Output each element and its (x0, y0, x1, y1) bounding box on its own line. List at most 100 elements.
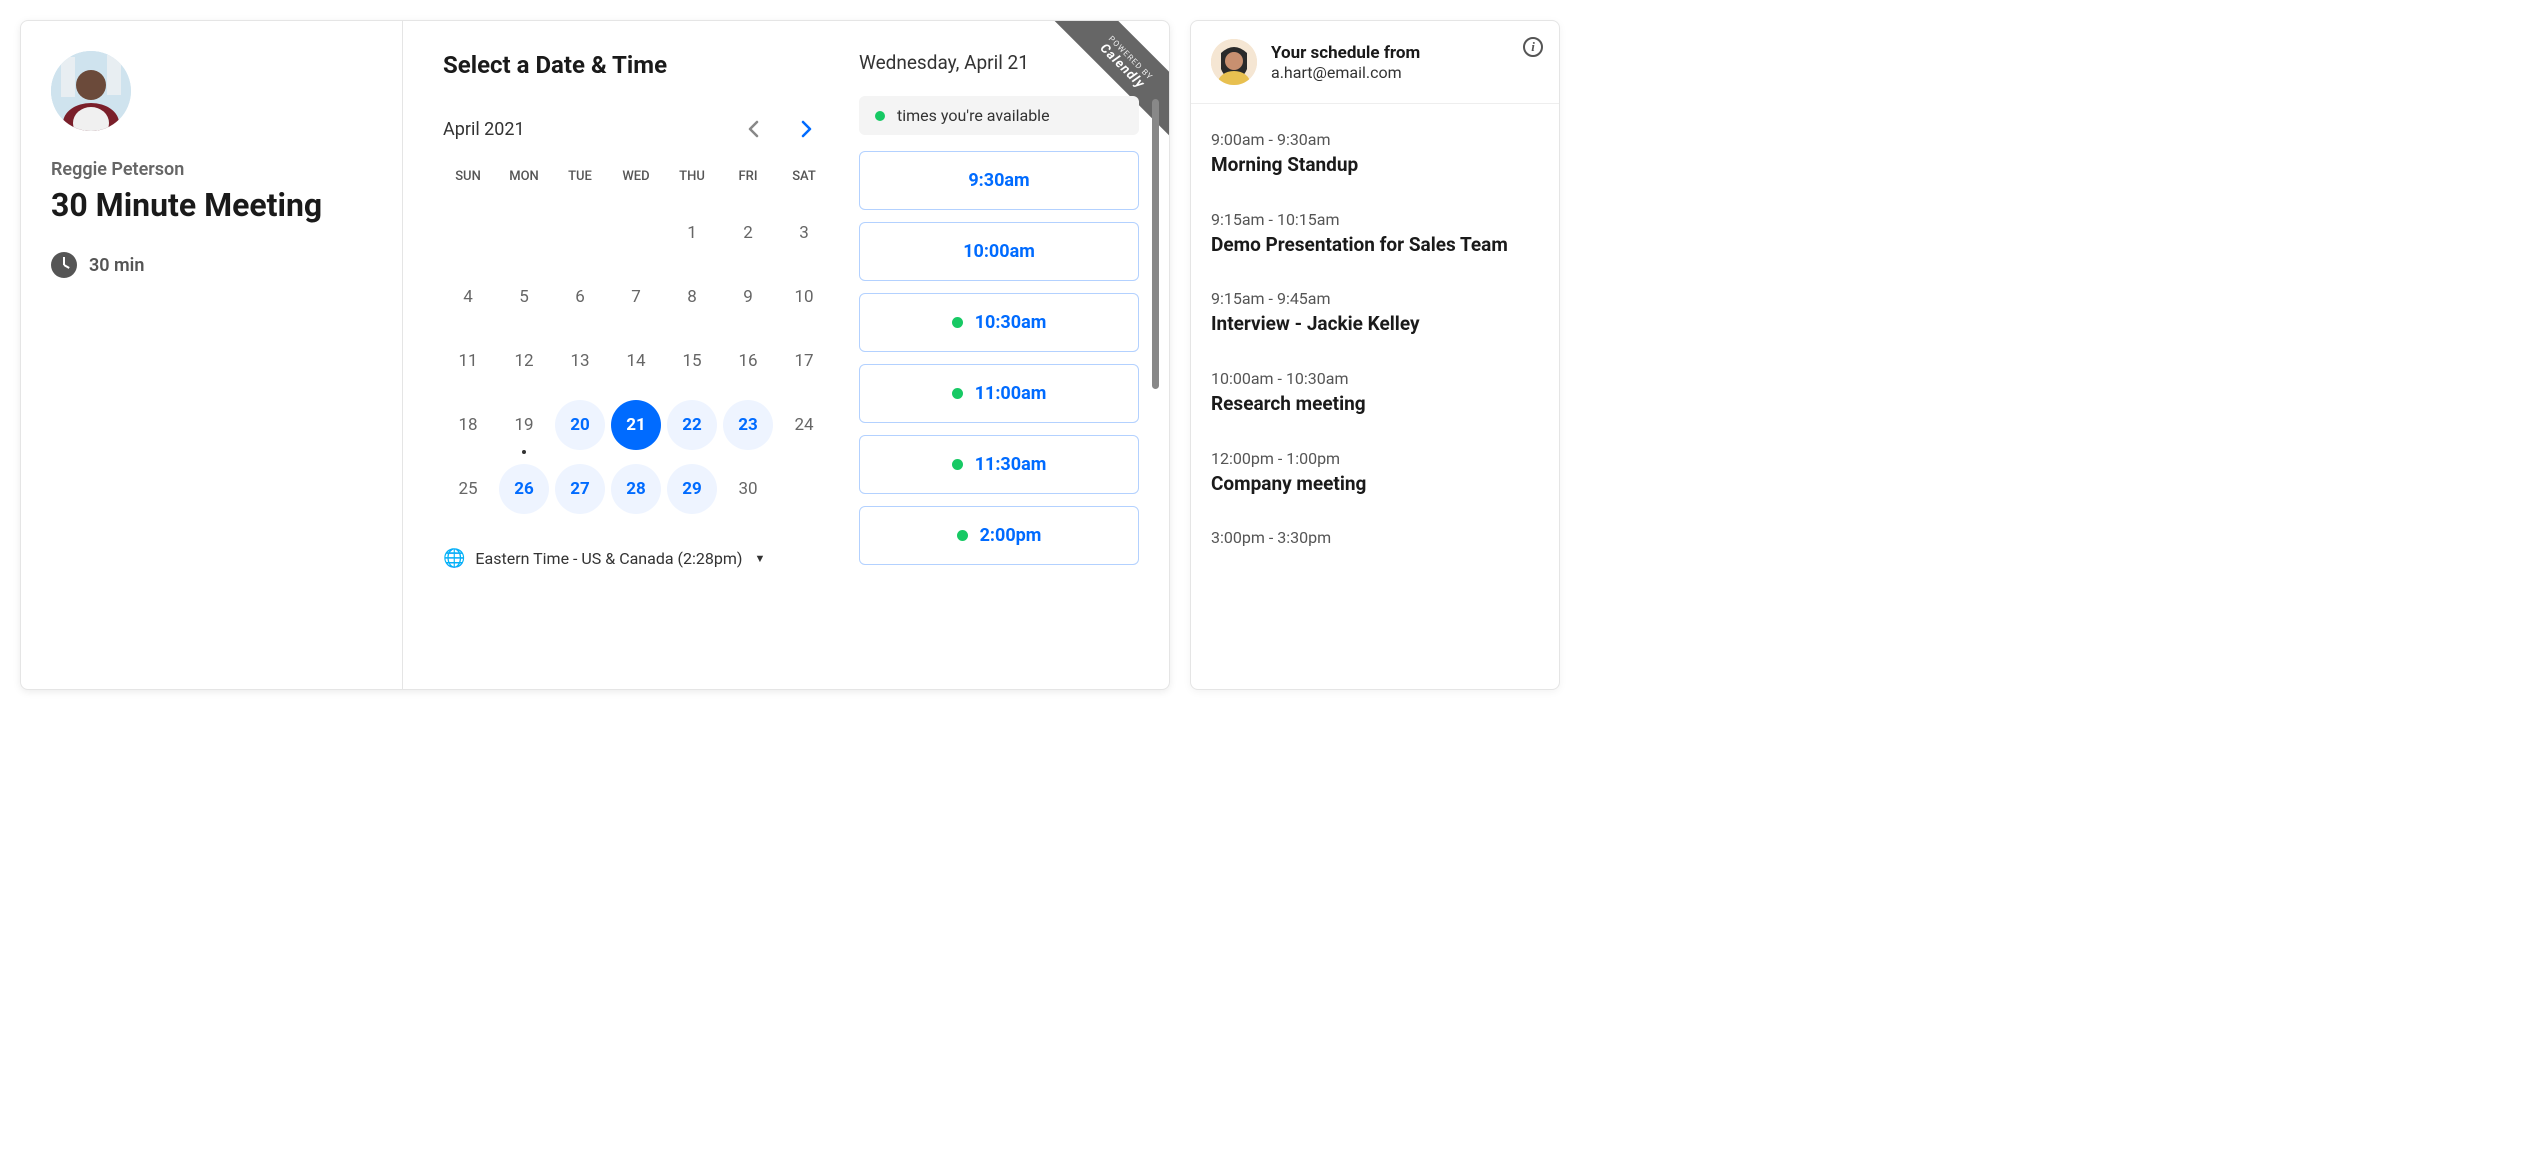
calendar-day: 10 (779, 272, 829, 322)
time-slot[interactable]: 11:00am (859, 364, 1139, 423)
time-slot[interactable]: 10:00am (859, 222, 1139, 281)
calendar-day[interactable]: 20 (555, 400, 605, 450)
availability-hint: times you're available (859, 96, 1139, 135)
duration-label: 30 min (89, 255, 144, 276)
day-of-week-header: SUN (443, 161, 493, 198)
calendar-day[interactable]: 29 (667, 464, 717, 514)
month-label: April 2021 (443, 119, 525, 140)
day-of-week-header: FRI (723, 161, 773, 198)
schedule-event: 12:00pm - 1:00pm Company meeting (1211, 433, 1539, 513)
calendar-day: 12 (499, 336, 549, 386)
event-title: Interview - Jackie Kelley (1211, 312, 1539, 337)
times-column: Wednesday, April 21 times you're availab… (859, 51, 1139, 659)
calendar-day: 15 (667, 336, 717, 386)
time-slot-label: 10:30am (975, 312, 1047, 333)
calendar-day[interactable]: 26 (499, 464, 549, 514)
schedule-event: 9:00am - 9:30am Morning Standup (1211, 114, 1539, 194)
day-of-week-header: SAT (779, 161, 829, 198)
duration-row: 30 min (51, 252, 372, 278)
timezone-selector[interactable]: 🌐 Eastern Time - US & Canada (2:28pm) ▼ (443, 548, 829, 569)
calendar-day: 8 (667, 272, 717, 322)
avatar-icon (1211, 39, 1257, 85)
schedule-card: Your schedule from a.hart@email.com i 9:… (1190, 20, 1560, 690)
calendar-day: 19 (499, 400, 549, 450)
time-slot[interactable]: 2:00pm (859, 506, 1139, 565)
schedule-event: 10:00am - 10:30amResearch meeting (1211, 353, 1539, 433)
event-time: 12:00pm - 1:00pm (1211, 449, 1539, 468)
schedule-event: 9:15am - 10:15am Demo Presentation for Sa… (1211, 194, 1539, 274)
calendar-day: 24 (779, 400, 829, 450)
user-avatar (1211, 39, 1257, 85)
scrollbar-thumb[interactable] (1152, 99, 1159, 389)
avatar-icon (51, 51, 131, 131)
month-nav: April 2021 (443, 117, 829, 141)
calendar-day: 16 (723, 336, 773, 386)
calendar-day: 3 (779, 208, 829, 258)
calendar-day: 30 (723, 464, 773, 514)
calendar-day[interactable]: 23 (723, 400, 773, 450)
schedule-event-list: 9:00am - 9:30am Morning Standup 9:15am - 1… (1191, 104, 1559, 587)
calendar-day: 5 (499, 272, 549, 322)
info-icon[interactable]: i (1523, 37, 1543, 57)
time-slot-label: 11:00am (975, 383, 1047, 404)
event-time: 9:15am - 10:15am (1211, 210, 1539, 229)
event-time: 3:00pm - 3:30pm (1211, 528, 1539, 547)
panel-title: Select a Date & Time (443, 51, 829, 79)
event-title: Demo Presentation for Sales Team (1211, 233, 1539, 258)
calendar-day: 18 (443, 400, 493, 450)
calendar-day: 1 (667, 208, 717, 258)
calendar-day: 6 (555, 272, 605, 322)
timezone-label: Eastern Time - US & Canada (2:28pm) (475, 549, 742, 568)
schedule-heading: Your schedule from (1271, 43, 1420, 63)
host-avatar (51, 51, 131, 131)
calendar-day[interactable]: 27 (555, 464, 605, 514)
selected-date-label: Wednesday, April 21 (859, 51, 1139, 74)
day-of-week-header: THU (667, 161, 717, 198)
available-dot-icon (875, 111, 885, 121)
time-slot-list: 9:30am 10:00am 10:30am 11:00am 11:30am 2:00pm (859, 151, 1139, 565)
available-dot-icon (952, 388, 963, 399)
event-title: Company meeting (1211, 472, 1539, 497)
day-of-week-header: TUE (555, 161, 605, 198)
calendar-day: 4 (443, 272, 493, 322)
next-month-button[interactable] (795, 117, 819, 141)
availability-hint-label: times you're available (897, 106, 1050, 125)
calendar-day: 7 (611, 272, 661, 322)
time-slot-label: 2:00pm (980, 525, 1042, 546)
time-slot[interactable]: 10:30am (859, 293, 1139, 352)
calendar-day: 25 (443, 464, 493, 514)
date-time-panel: POWERED BY Calendly Select a Date & Time… (403, 21, 1169, 689)
meeting-title: 30 Minute Meeting (51, 186, 372, 224)
day-of-week-header: MON (499, 161, 549, 198)
event-time: 9:15am - 9:45am (1211, 289, 1539, 308)
calendar-grid: SUNMONTUEWEDTHUFRISAT 1 23 45678910 11121314… (443, 161, 829, 518)
event-time: 9:00am - 9:30am (1211, 130, 1539, 149)
calendar-day[interactable]: 21 (611, 400, 661, 450)
time-slot-label: 10:00am (963, 241, 1035, 262)
calendar-day: 14 (611, 336, 661, 386)
clock-icon (51, 252, 77, 278)
calendar-day: 11 (443, 336, 493, 386)
calendar-day: 9 (723, 272, 773, 322)
schedule-header: Your schedule from a.hart@email.com i (1191, 21, 1559, 104)
schedule-email: a.hart@email.com (1271, 63, 1420, 82)
calendar-day[interactable]: 28 (611, 464, 661, 514)
event-title: Morning Standup (1211, 153, 1539, 178)
time-slot[interactable]: 11:30am (859, 435, 1139, 494)
available-dot-icon (952, 317, 963, 328)
host-name: Reggie Peterson (51, 159, 372, 180)
calendar-day[interactable]: 22 (667, 400, 717, 450)
caret-down-icon: ▼ (754, 552, 765, 565)
meeting-info-panel: Reggie Peterson 30 Minute Meeting 30 min (21, 21, 403, 689)
schedule-event: 9:15am - 9:45am Interview - Jackie Kelley (1211, 273, 1539, 353)
calendar-day: 13 (555, 336, 605, 386)
time-slot[interactable]: 9:30am (859, 151, 1139, 210)
time-slot-label: 11:30am (975, 454, 1047, 475)
prev-month-button[interactable] (741, 117, 765, 141)
chevron-left-icon (747, 120, 759, 138)
booking-card: Reggie Peterson 30 Minute Meeting 30 min… (20, 20, 1170, 690)
day-of-week-header: WED (611, 161, 661, 198)
calendar-day: 17 (779, 336, 829, 386)
event-time: 10:00am - 10:30am (1211, 369, 1539, 388)
time-slot-label: 9:30am (968, 170, 1029, 191)
